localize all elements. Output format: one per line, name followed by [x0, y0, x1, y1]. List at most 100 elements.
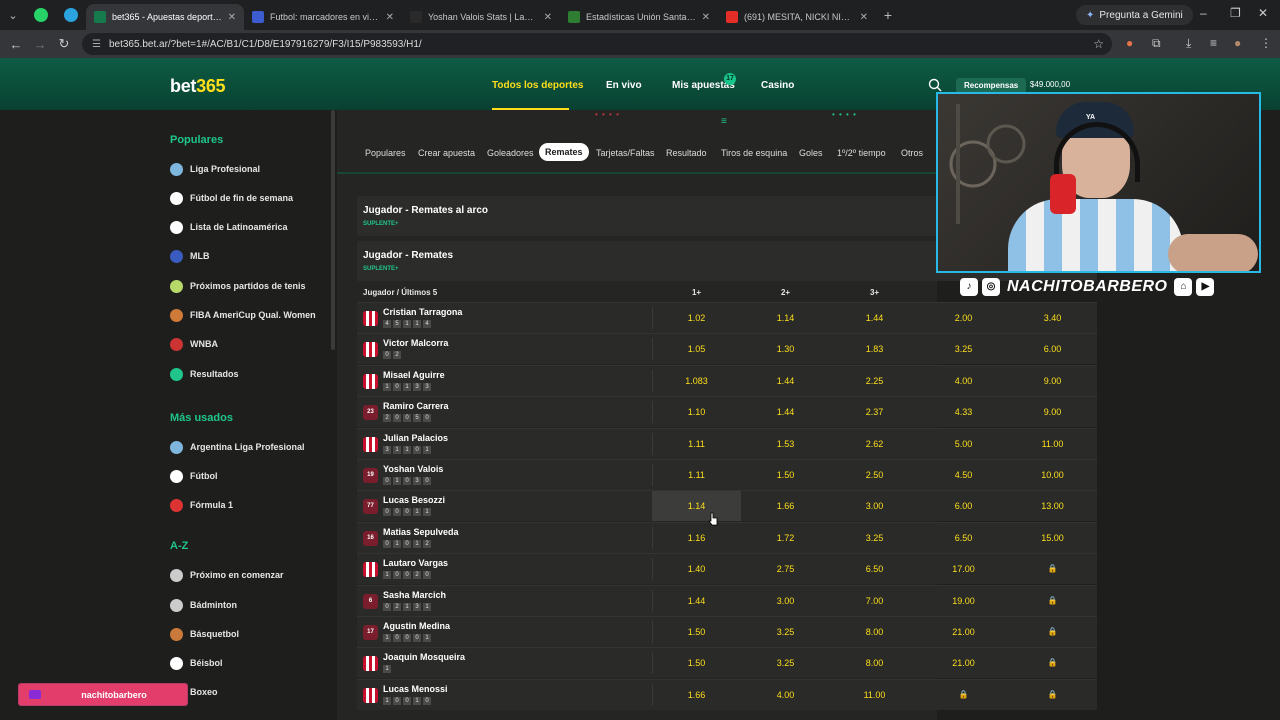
- odds-button[interactable]: 1.05: [652, 334, 741, 364]
- sidebar-item[interactable]: Fútbol de fin de semana: [170, 190, 293, 206]
- category-tab[interactable]: Goleadores: [487, 148, 534, 158]
- sidebar-item[interactable]: Resultados: [170, 366, 239, 382]
- sidebar-item[interactable]: Básquetbol: [170, 626, 239, 642]
- odds-button[interactable]: 3.40: [1008, 303, 1097, 333]
- odds-button[interactable]: 6.00: [1008, 334, 1097, 364]
- odds-button[interactable]: 1.40: [652, 554, 741, 584]
- odds-button[interactable]: 11.00: [1008, 429, 1097, 459]
- odds-button[interactable]: 1.50: [741, 460, 830, 490]
- profile-avatar[interactable]: ●: [1234, 36, 1241, 50]
- category-tab[interactable]: Tarjetas/Faltas: [596, 148, 655, 158]
- tab-close-icon[interactable]: ✕: [228, 12, 236, 23]
- odds-button[interactable]: 3.25: [741, 617, 830, 647]
- odds-button[interactable]: 11.00: [830, 680, 919, 710]
- expand-menu-icon[interactable]: ≡: [721, 116, 731, 127]
- odds-button[interactable]: 5.00: [919, 429, 1008, 459]
- odds-button[interactable]: 2.25: [830, 366, 919, 396]
- tab-close-icon[interactable]: ✕: [702, 12, 710, 23]
- sidebar-item[interactable]: MLB: [170, 248, 210, 264]
- address-bar[interactable]: ☰ bet365.bet.ar/?bet=1#/AC/B1/C1/D8/E197…: [82, 33, 1112, 55]
- odds-button[interactable]: 2.50: [830, 460, 919, 490]
- odds-button[interactable]: 9.00: [1008, 397, 1097, 427]
- odds-button[interactable]: 6.50: [919, 523, 1008, 553]
- browser-tab[interactable]: Estadísticas Unión Santa Fe vs ✕: [560, 4, 718, 30]
- odds-button[interactable]: 3.25: [919, 334, 1008, 364]
- sidebar-item[interactable]: Próximos partidos de tenis: [170, 278, 306, 294]
- pinned-telegram-tab[interactable]: [56, 0, 86, 30]
- odds-button[interactable]: 4.33: [919, 397, 1008, 427]
- account-balance[interactable]: $49.000,00: [1030, 80, 1070, 89]
- odds-button[interactable]: 1.16: [652, 523, 741, 553]
- sidebar-item[interactable]: Fútbol: [170, 468, 218, 484]
- back-icon[interactable]: ←: [4, 37, 28, 52]
- odds-button[interactable]: 1.14: [652, 491, 741, 522]
- category-tab[interactable]: Populares: [365, 148, 406, 158]
- sidebar-item[interactable]: Béisbol: [170, 655, 223, 671]
- odds-button[interactable]: 13.00: [1008, 491, 1097, 521]
- odds-button[interactable]: 1.44: [741, 366, 830, 396]
- sidebar-item[interactable]: FIBA AmeriCup Qual. Women: [170, 307, 316, 323]
- odds-button[interactable]: 21.00: [919, 648, 1008, 678]
- minimize-icon[interactable]: –: [1200, 6, 1207, 20]
- odds-button[interactable]: 10.00: [1008, 460, 1097, 490]
- close-window-icon[interactable]: ✕: [1258, 6, 1268, 20]
- odds-button[interactable]: 2.62: [830, 429, 919, 459]
- odds-button[interactable]: 19.00: [919, 586, 1008, 616]
- new-tab-button[interactable]: +: [876, 7, 900, 23]
- forward-icon[interactable]: →: [28, 37, 52, 52]
- odds-button[interactable]: 3.25: [741, 648, 830, 678]
- sidebar-item[interactable]: Argentina Liga Profesional: [170, 439, 305, 455]
- odds-button[interactable]: 7.00: [830, 586, 919, 616]
- odds-button[interactable]: 8.00: [830, 617, 919, 647]
- nav-live[interactable]: En vivo: [606, 80, 642, 91]
- odds-button[interactable]: 1.083: [652, 366, 741, 396]
- odds-button[interactable]: 1.44: [830, 303, 919, 333]
- browser-tab[interactable]: Futbol: marcadores en vivo, en ✕: [244, 4, 402, 30]
- odds-button[interactable]: 1.50: [652, 617, 741, 647]
- odds-button[interactable]: 3.00: [741, 586, 830, 616]
- bet365-logo[interactable]: bet365: [170, 76, 226, 97]
- category-tab[interactable]: Remates: [539, 143, 589, 161]
- browser-tab[interactable]: (691) MESITA, NICKI NICOLE ✕: [718, 4, 876, 30]
- tab-search-icon[interactable]: ⌄: [0, 0, 26, 30]
- odds-button[interactable]: 1.50: [652, 648, 741, 678]
- reload-icon[interactable]: ↻: [52, 36, 76, 52]
- category-tab[interactable]: Crear apuesta: [418, 148, 475, 158]
- browser-tab[interactable]: bet365 - Apuestas deportivas e ✕: [86, 4, 244, 30]
- rewards-button[interactable]: Recompensas: [956, 78, 1027, 93]
- odds-button[interactable]: 17.00: [919, 554, 1008, 584]
- pinned-whatsapp-tab[interactable]: [26, 0, 56, 30]
- odds-button[interactable]: 15.00: [1008, 523, 1097, 553]
- odds-button[interactable]: 1.44: [652, 586, 741, 616]
- odds-button[interactable]: 1.02: [652, 303, 741, 333]
- category-tab[interactable]: Resultado: [666, 148, 707, 158]
- odds-button[interactable]: 6.00: [919, 491, 1008, 521]
- odds-button[interactable]: 3.25: [830, 523, 919, 553]
- odds-button[interactable]: 2.00: [919, 303, 1008, 333]
- maximize-icon[interactable]: ❐: [1230, 6, 1241, 20]
- odds-button[interactable]: 6.50: [830, 554, 919, 584]
- download-icon[interactable]: ⤓: [1186, 36, 1191, 51]
- odds-button[interactable]: 1.72: [741, 523, 830, 553]
- odds-button[interactable]: 2.37: [830, 397, 919, 427]
- sidebar-scrollbar[interactable]: [331, 110, 335, 350]
- odds-button[interactable]: 21.00: [919, 617, 1008, 647]
- odds-button[interactable]: 1.66: [652, 680, 741, 710]
- nav-all-sports[interactable]: Todos los deportes: [492, 80, 584, 91]
- odds-button[interactable]: 1.11: [652, 460, 741, 490]
- odds-button[interactable]: 4.00: [741, 680, 830, 710]
- odds-button[interactable]: 1.14: [741, 303, 830, 333]
- odds-button[interactable]: 2.75: [741, 554, 830, 584]
- sidebar-item[interactable]: Lista de Latinoamérica: [170, 219, 288, 235]
- category-tab[interactable]: 1º/2º tiempo: [837, 148, 886, 158]
- odds-button[interactable]: 1.10: [652, 397, 741, 427]
- odds-button[interactable]: 1.53: [741, 429, 830, 459]
- extensions-puzzle-icon[interactable]: ⧉: [1152, 36, 1161, 51]
- odds-button[interactable]: 4.50: [919, 460, 1008, 490]
- gemini-button[interactable]: ✦ Pregunta a Gemini: [1076, 5, 1193, 25]
- odds-button[interactable]: 9.00: [1008, 366, 1097, 396]
- tab-close-icon[interactable]: ✕: [544, 12, 552, 23]
- menu-kebab-icon[interactable]: ⋮: [1260, 36, 1272, 50]
- sidebar-item[interactable]: Bádminton: [170, 597, 237, 613]
- search-icon[interactable]: [928, 78, 942, 92]
